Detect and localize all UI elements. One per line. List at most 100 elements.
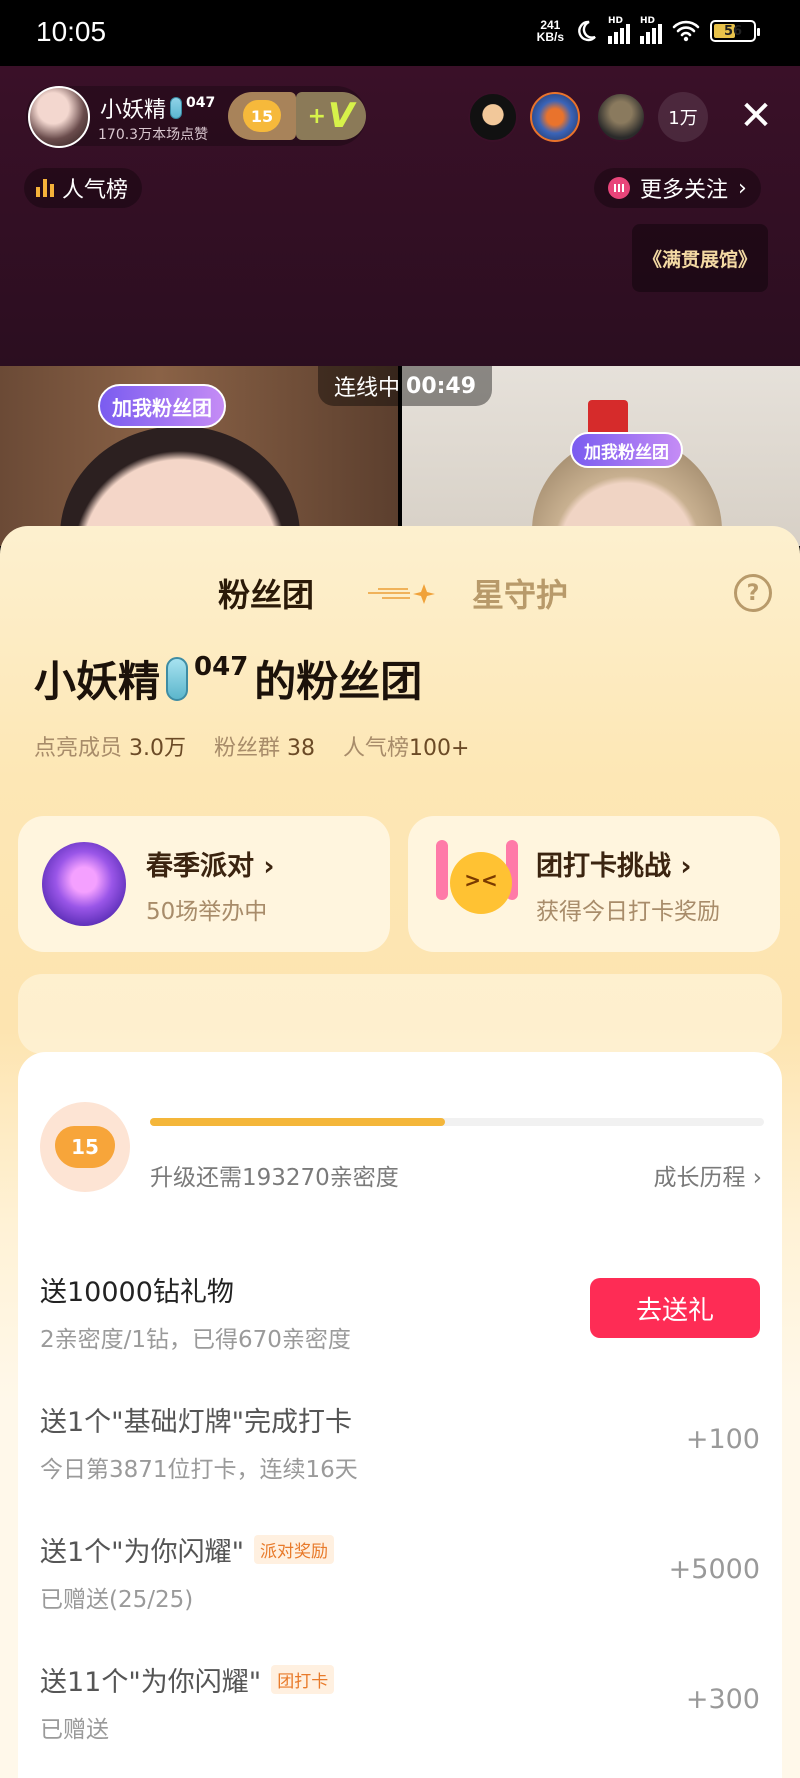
fan-level-badge[interactable]: 15 <box>228 92 296 140</box>
level-progress-fill <box>150 1118 445 1126</box>
party-orb-icon <box>42 842 126 926</box>
stat-value: 38 <box>287 736 316 761</box>
join-fan-club-tag[interactable]: 加我粉丝团 <box>570 432 683 468</box>
slipper-icon <box>170 97 183 119</box>
heart-level-icon: 15 <box>243 100 281 132</box>
signal-hd-icon: HD <box>608 16 630 44</box>
send-gift-button[interactable]: 去送礼 <box>590 1278 760 1338</box>
help-icon[interactable]: ? <box>734 574 772 612</box>
card-title: 团打卡挑战 › <box>536 844 692 883</box>
task-tag: 派对奖励 <box>254 1535 335 1564</box>
wifi-icon <box>672 20 700 42</box>
battery-level: 56 <box>723 23 743 39</box>
level-badge: 15 <box>40 1102 130 1192</box>
growth-history-label: 成长历程 <box>653 1165 746 1191</box>
level-progress-bar <box>150 1118 764 1126</box>
task-points: +100 <box>685 1424 760 1455</box>
more-follow-button[interactable]: 更多关注 › <box>594 168 761 208</box>
scrolled-content <box>18 974 782 1054</box>
host-name: 小妖精 047 <box>100 92 215 124</box>
upgrade-requirement: 升级还需193270亲密度 <box>150 1165 399 1191</box>
tasks-panel: 15 升级还需193270亲密度 成长历程 › 送10000钻礼物 2亲密度/1… <box>18 1052 782 1778</box>
more-follow-label: 更多关注 <box>640 178 729 203</box>
task-name: 送1个"基础灯牌"完成打卡 <box>40 1407 353 1438</box>
stat-value: 3.0万 <box>129 736 187 761</box>
viewer-count[interactable]: 1万 <box>658 92 708 142</box>
viewer-avatar[interactable] <box>596 92 646 142</box>
club-stats: 点亮成员 3.0万 粉丝群 38 人气榜100+ <box>34 730 469 762</box>
viewer-avatar[interactable] <box>530 92 580 142</box>
club-title-suffix-number: 047 <box>194 651 249 682</box>
task-desc: 2亲密度/1钻，已得670亲密度 <box>40 1327 351 1353</box>
rank-label: 人气榜 <box>62 178 129 203</box>
rank-bars-icon <box>36 179 54 197</box>
host-name-text: 小妖精 <box>100 98 167 123</box>
card-title: 春季派对 › <box>146 844 275 883</box>
stat-label: 点亮成员 <box>34 736 123 761</box>
moon-icon <box>578 20 596 42</box>
fan-club-sheet: 粉丝团 星守护 ? 小妖精 047 的粉丝团 点亮成员 3.0万 粉丝群 38 … <box>0 526 800 1778</box>
link-status: 连线中 00:49 <box>318 366 493 406</box>
task-points: +300 <box>685 1684 760 1715</box>
link-status-label: 连线中 <box>334 376 401 401</box>
tab-fan-club[interactable]: 粉丝团 <box>218 570 314 616</box>
stat-label: 粉丝群 <box>214 736 281 761</box>
card-title-text: 春季派对 <box>146 851 254 882</box>
card-subtitle: 50场举办中 <box>146 899 268 925</box>
sparkle-icon <box>368 584 435 604</box>
task-name-text: 送11个"为你闪耀" <box>40 1667 262 1698</box>
growth-history-link[interactable]: 成长历程 › <box>653 1158 762 1192</box>
heart-level-icon: 15 <box>55 1126 115 1168</box>
task-item: 送1个"为你闪耀" 派对奖励 已赠送(25/25) +5000 <box>40 1530 760 1640</box>
task-name: 送11个"为你闪耀" 团打卡 <box>40 1660 335 1699</box>
club-title: 小妖精 047 的粉丝团 <box>34 648 422 709</box>
tab-star-guard[interactable]: 星守护 <box>472 570 568 616</box>
clock: 10:05 <box>36 16 107 47</box>
chevron-right-icon: › <box>263 851 275 882</box>
tab-bar: 粉丝团 星守护 <box>0 570 800 620</box>
card-title-text: 团打卡挑战 <box>536 851 671 882</box>
club-title-suffix: 的粉丝团 <box>254 657 423 706</box>
slipper-icon <box>166 656 189 701</box>
live-indicator-icon <box>608 177 630 199</box>
link-timer: 00:49 <box>406 373 477 399</box>
viewer-avatar[interactable] <box>468 92 518 142</box>
plus-v-label: V <box>328 96 355 136</box>
task-item: 送10000钻礼物 2亲密度/1钻，已得670亲密度 去送礼 <box>40 1270 760 1380</box>
task-name: 送10000钻礼物 <box>40 1277 234 1308</box>
stat-members: 点亮成员 3.0万 <box>34 730 186 762</box>
task-points: +5000 <box>668 1554 760 1585</box>
join-fan-club-tag[interactable]: 加我粉丝团 <box>98 384 226 428</box>
task-name: 送1个"为你闪耀" 派对奖励 <box>40 1530 335 1569</box>
host-likes: 170.3万本场点赞 <box>98 127 209 143</box>
stat-value: 100+ <box>409 736 470 761</box>
task-desc: 已赠送 <box>40 1717 109 1743</box>
stat-rank[interactable]: 人气榜100+ <box>343 730 469 762</box>
close-icon[interactable]: ✕ <box>736 96 776 136</box>
chevron-right-icon: › <box>738 175 747 201</box>
battery-icon: 56 <box>710 20 760 42</box>
task-desc: 今日第3871位打卡，连续16天 <box>40 1457 358 1483</box>
spring-party-card[interactable]: 春季派对 › 50场举办中 <box>18 816 390 952</box>
net-speed: 241 KB/s <box>537 19 564 43</box>
stat-groups[interactable]: 粉丝群 38 <box>214 730 315 762</box>
join-fan-club-button[interactable]: + V <box>296 92 366 140</box>
task-name-text: 送1个"为你闪耀" <box>40 1537 245 1568</box>
task-item: 送1个"基础灯牌"完成打卡 今日第3871位打卡，连续16天 +100 <box>40 1400 760 1510</box>
stat-label: 人气榜 <box>343 736 410 761</box>
net-speed-unit: KB/s <box>536 30 564 44</box>
task-item: 送11个"为你闪耀" 团打卡 已赠送 +300 <box>40 1660 760 1770</box>
cheer-emoji-icon: >< <box>436 836 518 926</box>
task-desc: 已赠送(25/25) <box>40 1587 194 1613</box>
card-subtitle: 获得今日打卡奖励 <box>536 899 720 925</box>
club-title-name: 小妖精 <box>34 657 161 706</box>
host-avatar[interactable] <box>28 86 90 148</box>
museum-button[interactable]: 《满贯展馆》 <box>632 224 768 292</box>
popularity-rank-button[interactable]: 人气榜 <box>24 168 143 208</box>
host-name-suffix: 047 <box>186 95 216 111</box>
task-tag: 团打卡 <box>271 1665 335 1694</box>
status-icons: 241 KB/s HD HD 56 <box>537 16 760 44</box>
chevron-right-icon: › <box>680 851 692 882</box>
status-bar: 10:05 241 KB/s HD HD 56 <box>0 0 800 66</box>
signal-hd-icon: HD <box>640 16 662 44</box>
